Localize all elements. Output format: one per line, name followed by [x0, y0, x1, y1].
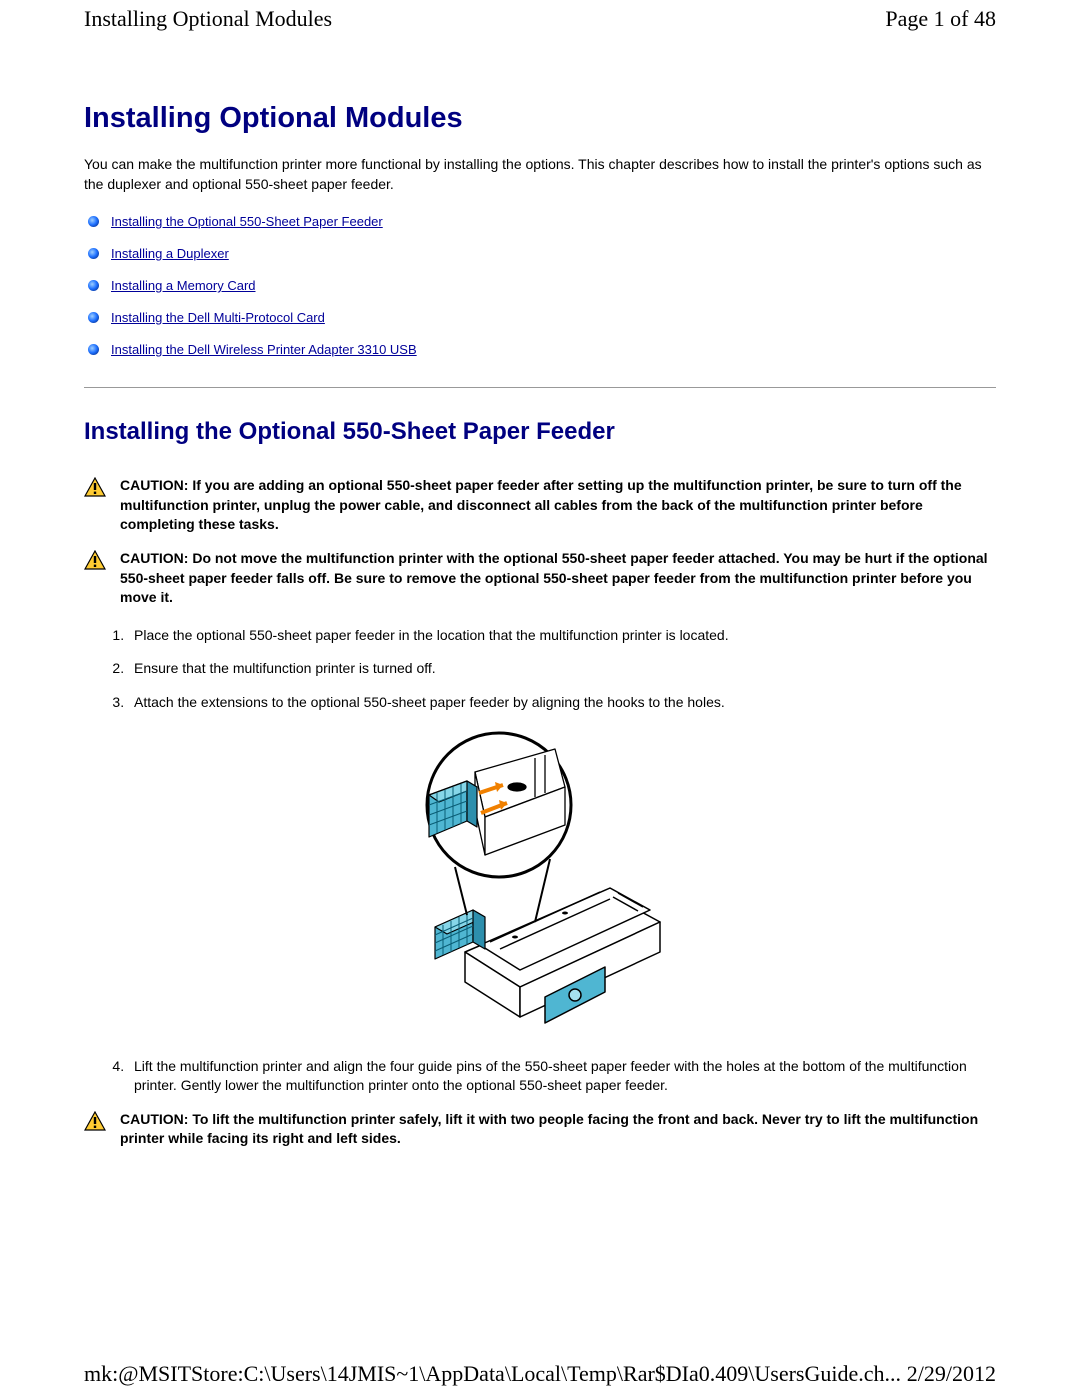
- bullet-icon: [88, 344, 99, 355]
- caution-text: CAUTION: If you are adding an optional 5…: [120, 476, 996, 535]
- bullet-icon: [88, 312, 99, 323]
- footer-path: mk:@MSITStore:C:\Users\14JMIS~1\AppData\…: [84, 1361, 901, 1387]
- toc-item: Installing a Memory Card: [88, 278, 996, 293]
- caution-block: CAUTION: Do not move the multifunction p…: [84, 549, 996, 608]
- step-item: Place the optional 550-sheet paper feede…: [128, 626, 996, 646]
- toc-item: Installing the Optional 550-Sheet Paper …: [88, 214, 996, 229]
- caution-block: CAUTION: If you are adding an optional 5…: [84, 476, 996, 535]
- caution-label: CAUTION:: [120, 550, 188, 566]
- caution-body: If you are adding an optional 550-sheet …: [120, 477, 962, 532]
- toc-item: Installing the Dell Wireless Printer Ada…: [88, 342, 996, 357]
- header-title: Installing Optional Modules: [84, 6, 332, 32]
- caution-block: CAUTION: To lift the multifunction print…: [84, 1110, 996, 1149]
- table-of-contents: Installing the Optional 550-Sheet Paper …: [84, 214, 996, 357]
- paper-feeder-diagram-icon: [395, 727, 685, 1027]
- intro-paragraph: You can make the multifunction printer m…: [84, 155, 996, 194]
- warning-icon: [84, 477, 106, 497]
- caution-text: CAUTION: To lift the multifunction print…: [120, 1110, 996, 1149]
- step-item: Ensure that the multifunction printer is…: [128, 659, 996, 679]
- step-list-continued: Lift the multifunction printer and align…: [84, 1057, 996, 1096]
- page-title: Installing Optional Modules: [84, 102, 996, 135]
- warning-icon: [84, 1111, 106, 1131]
- bullet-icon: [88, 216, 99, 227]
- bullet-icon: [88, 248, 99, 259]
- warning-icon: [84, 550, 106, 570]
- page-footer: mk:@MSITStore:C:\Users\14JMIS~1\AppData\…: [84, 1361, 996, 1387]
- toc-item: Installing the Dell Multi-Protocol Card: [88, 310, 996, 325]
- toc-link-550-feeder[interactable]: Installing the Optional 550-Sheet Paper …: [111, 214, 383, 229]
- page-header: Installing Optional Modules Page 1 of 48: [84, 0, 996, 32]
- caution-body: To lift the multifunction printer safely…: [120, 1111, 978, 1147]
- toc-link-memory-card[interactable]: Installing a Memory Card: [111, 278, 256, 293]
- step-item: Lift the multifunction printer and align…: [128, 1057, 996, 1096]
- caution-body: Do not move the multifunction printer wi…: [120, 550, 988, 605]
- step-list: Place the optional 550-sheet paper feede…: [84, 626, 996, 713]
- caution-label: CAUTION:: [120, 477, 188, 493]
- toc-link-duplexer[interactable]: Installing a Duplexer: [111, 246, 229, 261]
- bullet-icon: [88, 280, 99, 291]
- page-indicator: Page 1 of 48: [885, 6, 996, 32]
- illustration: [84, 727, 996, 1027]
- footer-date: 2/29/2012: [907, 1361, 996, 1387]
- document-body: Installing Optional Modules You can make…: [84, 32, 996, 1149]
- toc-link-wireless-adapter[interactable]: Installing the Dell Wireless Printer Ada…: [111, 342, 417, 357]
- horizontal-rule: [84, 387, 996, 388]
- caution-label: CAUTION:: [120, 1111, 188, 1127]
- toc-item: Installing a Duplexer: [88, 246, 996, 261]
- section-title: Installing the Optional 550-Sheet Paper …: [84, 418, 996, 446]
- caution-text: CAUTION: Do not move the multifunction p…: [120, 549, 996, 608]
- step-item: Attach the extensions to the optional 55…: [128, 693, 996, 713]
- toc-link-multi-protocol-card[interactable]: Installing the Dell Multi-Protocol Card: [111, 310, 325, 325]
